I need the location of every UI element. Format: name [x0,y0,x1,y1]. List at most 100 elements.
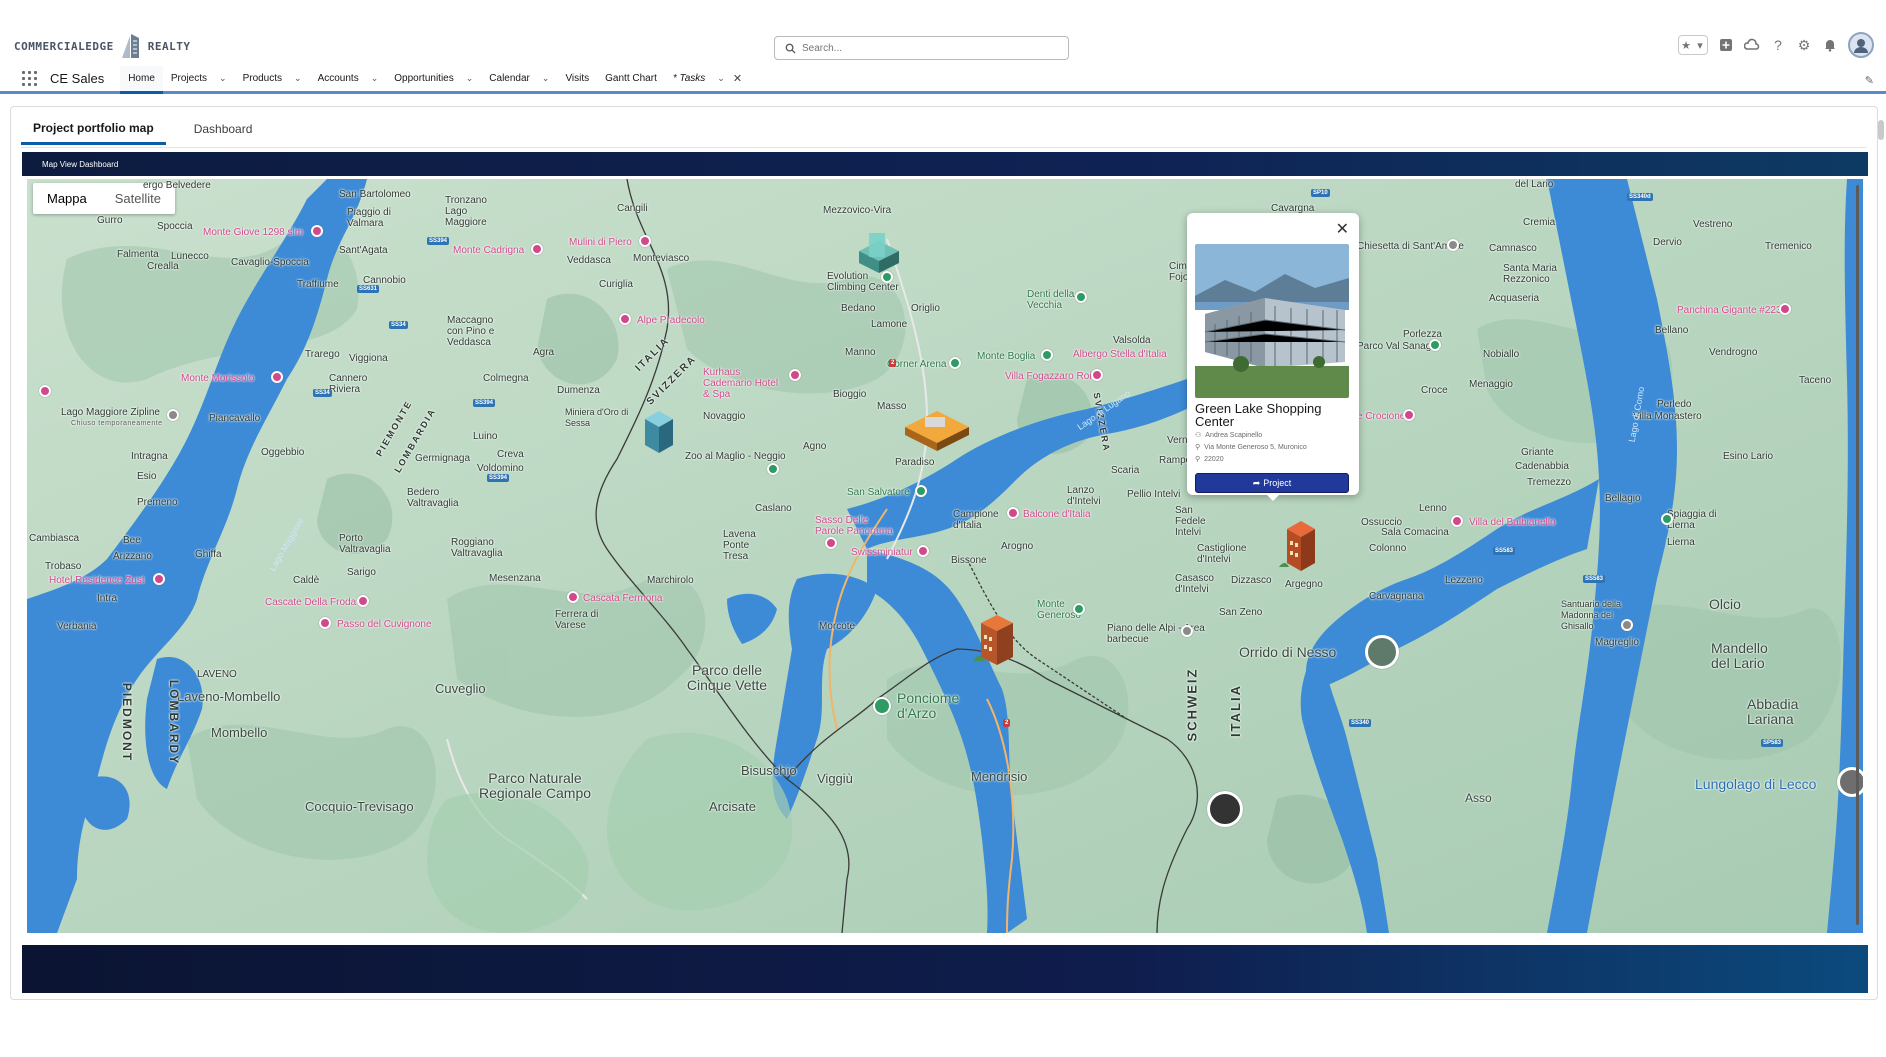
project-building-marker[interactable] [639,405,679,455]
map-scrollbar[interactable] [1856,185,1859,925]
map-type-mappa-button[interactable]: Mappa [33,183,101,214]
tab-dashboard[interactable]: Dashboard [182,113,265,145]
poi-marker[interactable] [1403,409,1415,421]
map-label: Origlio [911,303,940,314]
project-building-marker[interactable] [897,401,977,451]
road-shield: 2 [889,359,897,367]
poi-marker[interactable] [567,591,579,603]
app-nav-bar: CE Sales Home Projects ⌄ Products ⌄ Accoun… [0,66,1886,94]
search-icon [785,43,796,54]
cloud-icon[interactable] [1744,37,1760,53]
chevron-down-icon[interactable]: ⌄ [371,73,379,84]
poi-marker[interactable] [1073,603,1085,615]
nav-item-opportunities[interactable]: Opportunities ⌄ [386,65,481,93]
add-icon[interactable] [1718,37,1734,53]
poi-marker[interactable] [1181,625,1193,637]
project-building-marker[interactable] [971,609,1023,669]
map-label: Asso [1465,791,1492,805]
poi-marker[interactable] [1451,515,1463,527]
project-photo-marker[interactable] [1365,635,1399,669]
poi-marker[interactable] [1075,291,1087,303]
poi-marker[interactable] [1621,619,1633,631]
poi-marker[interactable] [639,235,651,247]
nav-item-home[interactable]: Home [120,66,163,94]
project-building-marker[interactable] [855,231,903,273]
map-label: Monte Morissolo [181,373,255,384]
nav-item-visits[interactable]: Visits [557,65,597,93]
map-label: Bisuschio [741,763,797,778]
edit-nav-pencil-icon[interactable]: ✎ [1865,74,1874,87]
map-label: Creva [497,449,524,460]
tab-project-portfolio-map[interactable]: Project portfolio map [21,113,166,145]
button-label: Project [1263,478,1292,488]
map-label: LOMBARDY [167,679,182,766]
poi-marker[interactable] [1661,513,1673,525]
map-label: SCHWEIZ [1184,667,1200,742]
map-label: Menaggio [1469,379,1513,390]
chevron-down-icon[interactable]: ⌄ [219,73,227,84]
nav-item-tasks[interactable]: * Tasks ⌄ ✕ [665,65,750,93]
nav-item-projects[interactable]: Projects ⌄ [163,65,235,93]
map-label: Tronzano Lago Maggiore [445,195,487,228]
project-building-marker[interactable] [1279,517,1323,573]
poi-marker[interactable] [1091,369,1103,381]
poi-marker[interactable] [949,357,961,369]
poi-marker[interactable] [1041,349,1053,361]
close-tab-icon[interactable]: ✕ [733,72,742,85]
app-launcher-icon[interactable] [22,70,38,87]
map-label: Villa Monastero [1633,411,1702,422]
map-label: Scaria [1111,465,1140,476]
poi-marker[interactable] [319,617,331,629]
poi-marker[interactable] [531,243,543,255]
notification-bell-icon[interactable] [1822,37,1838,53]
map-canvas[interactable]: Mappa Satellite ergo Belvedere San Barto… [27,179,1863,933]
chevron-down-icon[interactable]: ⌄ [466,73,474,84]
poi-marker[interactable] [311,225,323,237]
chevron-down-icon[interactable]: ⌄ [294,73,302,84]
road-shield: SS631 [357,285,380,293]
page-scrollbar[interactable] [1878,120,1884,140]
poi-marker[interactable] [271,371,283,383]
poi-marker[interactable] [357,595,369,607]
map-label: Lavena Ponte Tresa [723,529,756,562]
poi-marker[interactable] [789,369,801,381]
poi-marker[interactable] [1447,239,1459,251]
user-avatar-icon[interactable] [1848,32,1874,58]
nav-item-gantt-chart[interactable]: Gantt Chart [597,65,665,93]
poi-marker[interactable] [153,573,165,585]
project-photo-marker[interactable] [1837,767,1863,797]
nav-item-accounts[interactable]: Accounts ⌄ [310,65,387,93]
help-icon[interactable]: ? [1770,37,1786,53]
favorites-dropdown-icon[interactable]: ▾ [1693,36,1707,54]
nav-item-label: Calendar [489,73,530,84]
search-input[interactable] [802,42,1052,54]
poi-marker[interactable] [1007,507,1019,519]
close-icon[interactable]: ✕ [1336,219,1349,239]
map-label: Vestreno [1693,219,1733,230]
map-label: PIEDMONT [120,682,135,763]
poi-marker[interactable] [39,385,51,397]
global-search-box[interactable] [774,36,1069,60]
map-label: Laveno-Mombello [177,689,281,704]
zip-text: 22020 [1204,455,1224,463]
logo-text-left: COMMERCIALEDGE [14,39,114,53]
map-label: Cannero Riviera [329,373,368,395]
favorites-star-icon[interactable]: ★ [1679,36,1693,54]
poi-marker[interactable] [825,537,837,549]
nav-item-calendar[interactable]: Calendar ⌄ [481,65,557,93]
company-logo[interactable]: COMMERCIALEDGE REALTY [14,30,190,62]
chevron-down-icon[interactable]: ⌄ [717,73,725,84]
setup-gear-icon[interactable]: ⚙ [1796,37,1812,53]
open-project-button[interactable]: ➦ Project [1195,473,1349,493]
nav-item-products[interactable]: Products ⌄ [235,65,310,93]
poi-marker[interactable] [167,409,179,421]
poi-marker[interactable] [767,463,779,475]
project-photo-marker[interactable] [1207,791,1243,827]
poi-marker[interactable] [619,313,631,325]
poi-marker[interactable] [873,697,891,715]
poi-marker[interactable] [1779,303,1791,315]
chevron-down-icon[interactable]: ⌄ [542,73,550,84]
poi-marker[interactable] [915,485,927,497]
poi-marker[interactable] [917,545,929,557]
poi-marker[interactable] [1429,339,1441,351]
